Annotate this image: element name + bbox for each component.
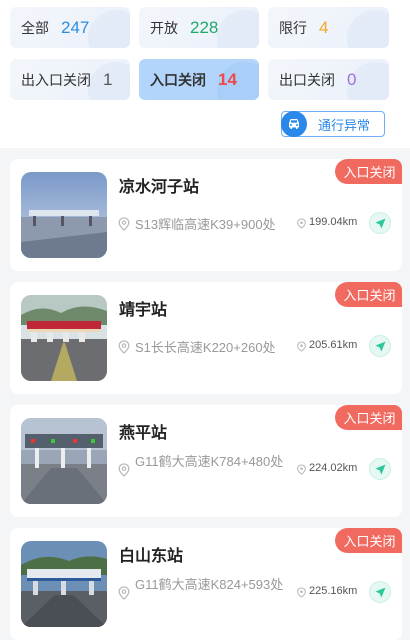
station-distance: 205.61km <box>309 339 358 351</box>
status-tag: 入口关闭 <box>335 282 402 307</box>
station-name: 燕平站 <box>119 425 168 442</box>
station-location: G11鹤大高速K784+480处 <box>135 454 284 469</box>
station-photo <box>21 295 107 381</box>
station-card[interactable]: 靖宇站 S1长长高速K220+260处 205.61km 入口关闭 <box>10 282 402 394</box>
filter-chip-all[interactable]: 全部 247 <box>10 7 130 48</box>
station-photo <box>21 172 107 258</box>
filter-chip-both-closed[interactable]: 出入口关闭 1 <box>10 59 130 100</box>
filter-count: 14 <box>218 69 237 89</box>
navigation-arrow-icon <box>375 587 385 597</box>
distance-icon <box>297 218 306 229</box>
filter-chip-exit-closed[interactable]: 出口关闭 0 <box>268 59 389 100</box>
filter-label: 全部 <box>21 19 49 36</box>
car-icon <box>281 111 307 137</box>
station-distance: 199.04km <box>309 216 358 228</box>
navigate-button[interactable] <box>369 458 391 480</box>
traffic-abnormal-button[interactable]: 通行异常 <box>281 111 385 137</box>
location-pin-icon <box>118 217 130 231</box>
station-card[interactable]: 凉水河子站 S13辉临高速K39+900处 199.04km 入口关闭 <box>10 159 402 271</box>
navigation-arrow-icon <box>375 464 385 474</box>
station-photo <box>21 418 107 504</box>
distance-icon <box>297 464 306 475</box>
filter-label: 出入口关闭 <box>21 71 91 88</box>
station-photo <box>21 541 107 627</box>
distance-icon <box>297 587 306 598</box>
filter-chip-open[interactable]: 开放 228 <box>139 7 259 48</box>
station-card[interactable]: 燕平站 G11鹤大高速K784+480处 224.02km 入口关闭 <box>10 405 402 517</box>
location-pin-icon <box>118 340 130 354</box>
distance-icon <box>297 341 306 352</box>
status-tag: 入口关闭 <box>335 528 402 553</box>
filter-label: 限行 <box>279 19 307 36</box>
station-name: 白山东站 <box>119 548 184 565</box>
status-tag: 入口关闭 <box>335 159 402 184</box>
filter-chip-entrance-closed[interactable]: 入口关闭 14 <box>139 59 259 100</box>
filter-label: 开放 <box>150 19 178 36</box>
filter-count: 0 <box>347 69 357 89</box>
status-filter-panel: 全部 247 开放 228 限行 4 出入口关闭 1 入口关闭 14 出口关闭 … <box>0 0 410 148</box>
filter-chip-restricted[interactable]: 限行 4 <box>268 7 389 48</box>
station-card[interactable]: 白山东站 G11鹤大高速K824+593处 225.16km 入口关闭 <box>10 528 402 640</box>
location-pin-icon <box>118 463 130 477</box>
station-location: S13辉临高速K39+900处 <box>135 217 276 232</box>
navigate-button[interactable] <box>369 335 391 357</box>
navigate-button[interactable] <box>369 212 391 234</box>
status-tag: 入口关闭 <box>335 405 402 430</box>
filter-count: 247 <box>61 17 90 37</box>
station-location: G11鹤大高速K824+593处 <box>135 577 284 592</box>
filter-count: 4 <box>319 17 329 37</box>
station-location: S1长长高速K220+260处 <box>135 340 276 355</box>
filter-count: 228 <box>190 17 219 37</box>
station-distance: 225.16km <box>309 585 358 597</box>
navigate-button[interactable] <box>369 581 391 603</box>
station-name: 靖宇站 <box>119 302 168 319</box>
station-name: 凉水河子站 <box>119 179 200 196</box>
filter-label: 入口关闭 <box>150 71 206 88</box>
navigation-arrow-icon <box>375 341 385 351</box>
filter-label: 出口关闭 <box>279 71 335 88</box>
station-distance: 224.02km <box>309 462 358 474</box>
filter-count: 1 <box>103 69 113 89</box>
traffic-abnormal-label: 通行异常 <box>318 117 371 133</box>
navigation-arrow-icon <box>375 218 385 228</box>
location-pin-icon <box>118 586 130 600</box>
